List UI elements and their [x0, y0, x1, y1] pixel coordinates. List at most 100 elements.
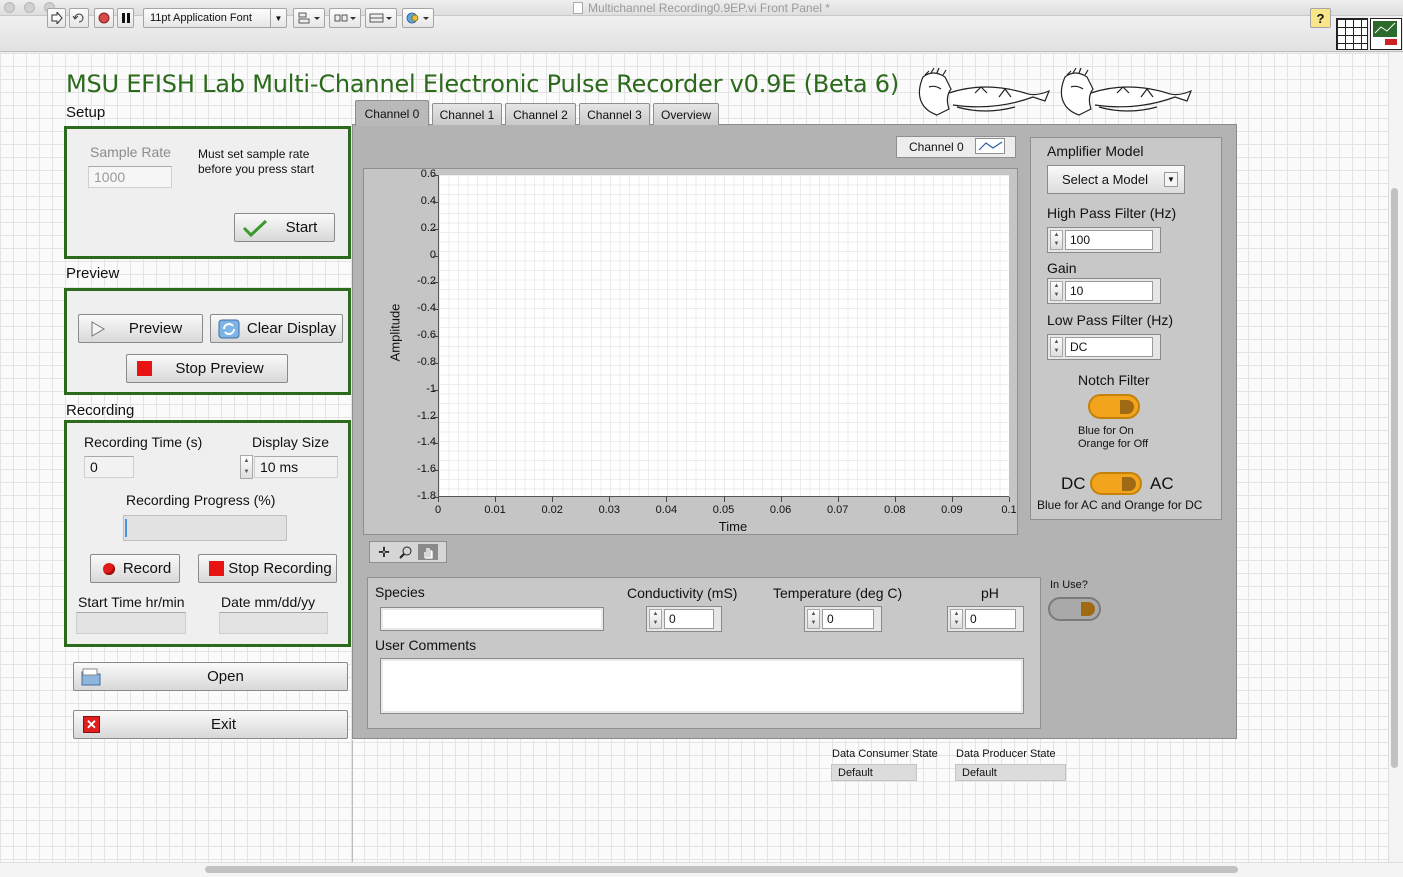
amplifier-model-label: Amplifier Model — [1047, 143, 1144, 159]
notch-note-off: Orange for Off — [1078, 438, 1149, 450]
y-tick-mark — [433, 443, 438, 445]
context-help-button[interactable]: ? — [1310, 8, 1331, 28]
x-tick-label: 0.05 — [712, 504, 735, 516]
species-label: Species — [375, 584, 425, 600]
gain-input[interactable]: 10 — [1065, 281, 1153, 301]
conductivity-spinner[interactable]: ▲ ▼ — [649, 609, 662, 629]
resize-objects-button[interactable] — [365, 8, 397, 28]
coupling-note: Blue for AC and Orange for DC — [1037, 498, 1203, 512]
align-objects-button[interactable] — [293, 8, 325, 28]
tab-channel-3[interactable]: Channel 3 — [579, 103, 650, 125]
temperature-label: Temperature (deg C) — [773, 585, 903, 601]
sample-rate-input[interactable]: 1000 — [88, 166, 172, 188]
temperature-input[interactable]: 0 — [822, 609, 874, 629]
pan-hand-icon[interactable] — [418, 544, 438, 560]
y-tick-label: -1 — [426, 382, 436, 395]
y-tick-label: -1.6 — [417, 463, 436, 476]
low-pass-input[interactable]: DC — [1065, 337, 1153, 357]
font-select[interactable]: 11pt Application Font ▼ — [143, 8, 287, 28]
distribute-icon — [334, 14, 356, 22]
low-pass-control[interactable]: ▲ ▼ DC — [1047, 334, 1161, 360]
x-tick-label: 0.02 — [541, 504, 563, 516]
open-button[interactable]: Open — [73, 662, 348, 691]
x-tick-mark — [837, 497, 839, 502]
x-tick-label: 0.04 — [655, 504, 678, 516]
divider — [352, 740, 353, 862]
align-icon — [298, 12, 320, 24]
conductivity-input[interactable]: 0 — [664, 609, 714, 629]
abort-button[interactable] — [94, 8, 114, 28]
species-input[interactable] — [380, 607, 604, 631]
temperature-control[interactable]: ▲ ▼ 0 — [804, 606, 882, 632]
zoom-icon[interactable] — [396, 544, 416, 560]
vi-icon[interactable] — [1370, 18, 1402, 50]
graph-palette: ✛ — [369, 541, 447, 563]
low-pass-spinner[interactable]: ▲ ▼ — [1050, 337, 1063, 357]
distribute-objects-button[interactable] — [329, 8, 361, 28]
reorder-button[interactable] — [402, 8, 434, 28]
y-tick-mark — [433, 201, 438, 203]
setup-label: Setup — [66, 104, 106, 121]
connector-pane-icon[interactable] — [1336, 18, 1368, 50]
tab-channel-0[interactable]: Channel 0 — [355, 100, 429, 126]
clear-display-button[interactable]: Clear Display — [210, 314, 343, 343]
run-arrow-button[interactable] — [47, 8, 66, 28]
record-button[interactable]: Record — [90, 554, 180, 583]
high-pass-control[interactable]: ▲ ▼ 100 — [1047, 227, 1161, 253]
in-use-toggle[interactable] — [1048, 597, 1101, 621]
x-tick-mark — [894, 497, 896, 502]
user-comments-input[interactable] — [380, 658, 1024, 714]
refresh-icon — [218, 319, 240, 338]
ph-spinner[interactable]: ▲ ▼ — [950, 609, 963, 629]
pause-button[interactable] — [117, 8, 134, 28]
legend-line-swatch[interactable] — [975, 138, 1005, 154]
display-size-field[interactable]: 10 ms — [254, 456, 338, 478]
gain-control[interactable]: ▲ ▼ 10 — [1047, 278, 1161, 304]
data-consumer-state-value: Default — [831, 764, 917, 781]
y-tick-label: 0.6 — [420, 168, 436, 180]
record-dot-icon — [103, 562, 115, 575]
chevron-down-icon: ▼ — [1164, 172, 1178, 187]
tab-channel-1[interactable]: Channel 1 — [432, 103, 502, 125]
stop-recording-button[interactable]: Stop Recording — [198, 554, 337, 583]
notch-filter-toggle[interactable] — [1088, 394, 1140, 419]
toggle-knob — [1120, 399, 1134, 414]
date-label: Date mm/dd/yy — [221, 594, 316, 610]
help-icon: ? — [1316, 10, 1325, 26]
gain-spinner[interactable]: ▲ ▼ — [1050, 281, 1063, 301]
y-tick-mark — [433, 362, 438, 364]
temperature-spinner[interactable]: ▲ ▼ — [807, 609, 820, 629]
plot-area[interactable] — [438, 175, 1009, 497]
recording-time-field: 0 — [84, 456, 134, 478]
vertical-scroll-thumb[interactable] — [1391, 188, 1398, 768]
ph-label: pH — [981, 585, 999, 601]
high-pass-spinner[interactable]: ▲ ▼ — [1050, 230, 1063, 250]
recording-time-label: Recording Time (s) — [84, 434, 203, 450]
x-tick-label: 0.1 — [1001, 504, 1017, 516]
tab-overview[interactable]: Overview — [653, 103, 719, 125]
stop-preview-button[interactable]: Stop Preview — [126, 354, 288, 383]
play-icon — [91, 320, 105, 337]
conductivity-control[interactable]: ▲ ▼ 0 — [646, 606, 722, 632]
coupling-toggle[interactable] — [1090, 472, 1142, 495]
notch-note-on: Blue for On — [1078, 425, 1134, 437]
toggle-knob — [1081, 602, 1095, 616]
folder-icon — [81, 668, 101, 685]
ph-control[interactable]: ▲ ▼ 0 — [947, 606, 1024, 632]
in-use-label: In Use? — [1050, 579, 1088, 591]
high-pass-input[interactable]: 100 — [1065, 230, 1153, 250]
recording-progress-bar — [123, 515, 287, 541]
exit-button[interactable]: ✕ Exit — [73, 710, 348, 739]
crosshair-icon[interactable]: ✛ — [374, 544, 394, 560]
display-size-spinner[interactable]: ▲ ▼ — [240, 455, 253, 479]
run-continuously-button[interactable] — [69, 8, 89, 28]
y-tick-mark — [433, 228, 438, 230]
tab-channel-2[interactable]: Channel 2 — [505, 103, 576, 125]
start-button[interactable]: Start — [234, 213, 335, 242]
preview-button[interactable]: Preview — [78, 314, 203, 343]
amplifier-model-select[interactable]: Select a Model ▼ — [1047, 165, 1185, 194]
stop-square-icon — [209, 561, 224, 576]
horizontal-scroll-thumb[interactable] — [205, 866, 1238, 873]
recording-progress-label: Recording Progress (%) — [126, 492, 276, 508]
ph-input[interactable]: 0 — [965, 609, 1016, 629]
